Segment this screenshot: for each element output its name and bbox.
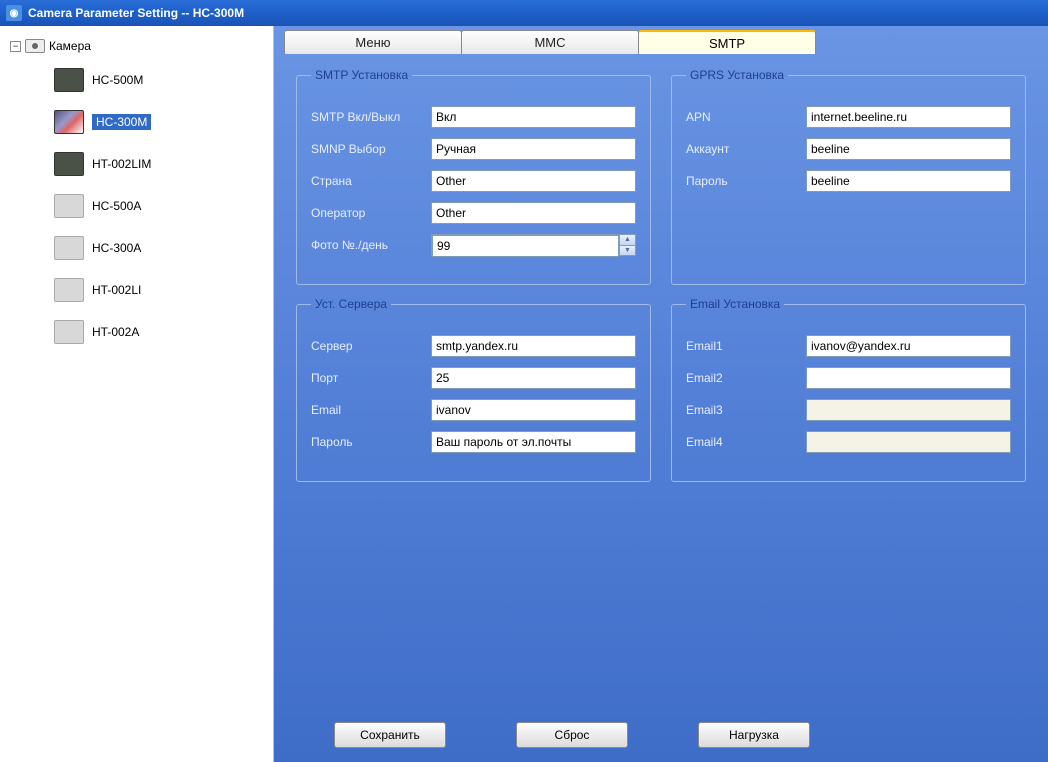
group-server: Уст. Сервера Сервер Порт Email Пароль — [296, 297, 651, 482]
gprs-account-label: Аккаунт — [686, 142, 806, 156]
server-password-label: Пароль — [311, 435, 431, 449]
tab[interactable]: SMTP — [638, 30, 816, 54]
smnp-label: SMNP Выбор — [311, 142, 431, 156]
tree-root-label: Камера — [49, 39, 91, 53]
camera-thumb-icon — [54, 68, 84, 92]
tree-item-label: HC-300A — [92, 241, 141, 255]
group-email: Email Установка Email1 Email2 Email3 Ema… — [671, 297, 1026, 482]
email1-label: Email1 — [686, 339, 806, 353]
server-email-input[interactable] — [431, 399, 636, 421]
save-button[interactable]: Сохранить — [334, 722, 446, 748]
email4-label: Email4 — [686, 435, 806, 449]
camera-thumb-icon — [54, 278, 84, 302]
group-server-legend: Уст. Сервера — [311, 297, 391, 311]
tree-item[interactable]: HC-300M — [50, 104, 269, 140]
photo-label: Фото №./день — [311, 238, 431, 252]
camera-thumb-icon — [54, 236, 84, 260]
tree-item-label: HC-500M — [92, 73, 143, 87]
tree-item-label: HC-300M — [92, 114, 151, 130]
gprs-password-input[interactable] — [806, 170, 1011, 192]
country-label: Страна — [311, 174, 431, 188]
apn-input[interactable] — [806, 106, 1011, 128]
tree-item-label: HC-500A — [92, 199, 141, 213]
email2-input[interactable] — [806, 367, 1011, 389]
server-password-input[interactable] — [431, 431, 636, 453]
group-gprs-legend: GPRS Установка — [686, 68, 788, 82]
tree-root[interactable]: − Камера — [4, 36, 269, 56]
smnp-select[interactable]: Ручная — [431, 138, 636, 160]
email3-input[interactable] — [806, 399, 1011, 421]
server-label: Сервер — [311, 339, 431, 353]
reset-button[interactable]: Сброс — [516, 722, 628, 748]
camera-thumb-icon — [54, 320, 84, 344]
load-button[interactable]: Нагрузка — [698, 722, 810, 748]
photo-input[interactable] — [432, 235, 619, 257]
titlebar: ◉ Camera Parameter Setting -- HC-300M — [0, 0, 1048, 26]
tree-item[interactable]: HT-002A — [50, 314, 269, 350]
camera-icon — [25, 39, 45, 53]
apn-label: APN — [686, 110, 806, 124]
tree-item-label: HT-002A — [92, 325, 139, 339]
smtp-onoff-label: SMTP Вкл/Выкл — [311, 110, 431, 124]
camera-thumb-icon — [54, 110, 84, 134]
app-icon: ◉ — [6, 5, 22, 21]
bottom-buttons: Сохранить Сброс Нагрузка — [274, 722, 1048, 748]
country-select[interactable]: Other — [431, 170, 636, 192]
server-input[interactable] — [431, 335, 636, 357]
server-email-label: Email — [311, 403, 431, 417]
tab[interactable]: MMC — [461, 30, 639, 54]
photo-spinner[interactable]: ▲ ▼ — [431, 234, 636, 256]
sidebar: − Камера HC-500MHC-300MHT-002LIMHC-500AH… — [0, 26, 274, 762]
tree-item-label: HT-002LIM — [92, 157, 151, 171]
tree-items: HC-500M HC-300M HT-002LIM HC-500A HC-300A HT-… — [50, 62, 269, 350]
tree-item-label: HT-002LI — [92, 283, 141, 297]
window-title: Camera Parameter Setting -- HC-300M — [28, 6, 244, 20]
collapse-icon[interactable]: − — [10, 41, 21, 52]
camera-thumb-icon — [54, 194, 84, 218]
group-gprs: GPRS Установка APN Аккаунт Пароль — [671, 68, 1026, 285]
main-area: − Камера HC-500MHC-300MHT-002LIMHC-500AH… — [0, 26, 1048, 762]
port-input[interactable] — [431, 367, 636, 389]
spin-up-icon[interactable]: ▲ — [619, 235, 635, 246]
content: МенюMMCSMTP SMTP Установка SMTP Вкл/Выкл… — [274, 26, 1048, 762]
smtp-onoff-select[interactable]: Вкл — [431, 106, 636, 128]
spin-down-icon[interactable]: ▼ — [619, 246, 635, 256]
tree-item[interactable]: HT-002LI — [50, 272, 269, 308]
tree-item[interactable]: HC-500M — [50, 62, 269, 98]
camera-thumb-icon — [54, 152, 84, 176]
tab[interactable]: Меню — [284, 30, 462, 54]
email2-label: Email2 — [686, 371, 806, 385]
group-email-legend: Email Установка — [686, 297, 784, 311]
tree-item[interactable]: HT-002LIM — [50, 146, 269, 182]
group-smtp: SMTP Установка SMTP Вкл/Выкл Вкл SMNP Вы… — [296, 68, 651, 285]
operator-label: Оператор — [311, 206, 431, 220]
operator-select[interactable]: Other — [431, 202, 636, 224]
email3-label: Email3 — [686, 403, 806, 417]
group-smtp-legend: SMTP Установка — [311, 68, 412, 82]
tree-item[interactable]: HC-300A — [50, 230, 269, 266]
gprs-password-label: Пароль — [686, 174, 806, 188]
email4-input[interactable] — [806, 431, 1011, 453]
port-label: Порт — [311, 371, 431, 385]
tree-item[interactable]: HC-500A — [50, 188, 269, 224]
email1-input[interactable] — [806, 335, 1011, 357]
panel-area: SMTP Установка SMTP Вкл/Выкл Вкл SMNP Вы… — [274, 54, 1048, 490]
gprs-account-input[interactable] — [806, 138, 1011, 160]
tabs: МенюMMCSMTP — [284, 30, 1048, 54]
